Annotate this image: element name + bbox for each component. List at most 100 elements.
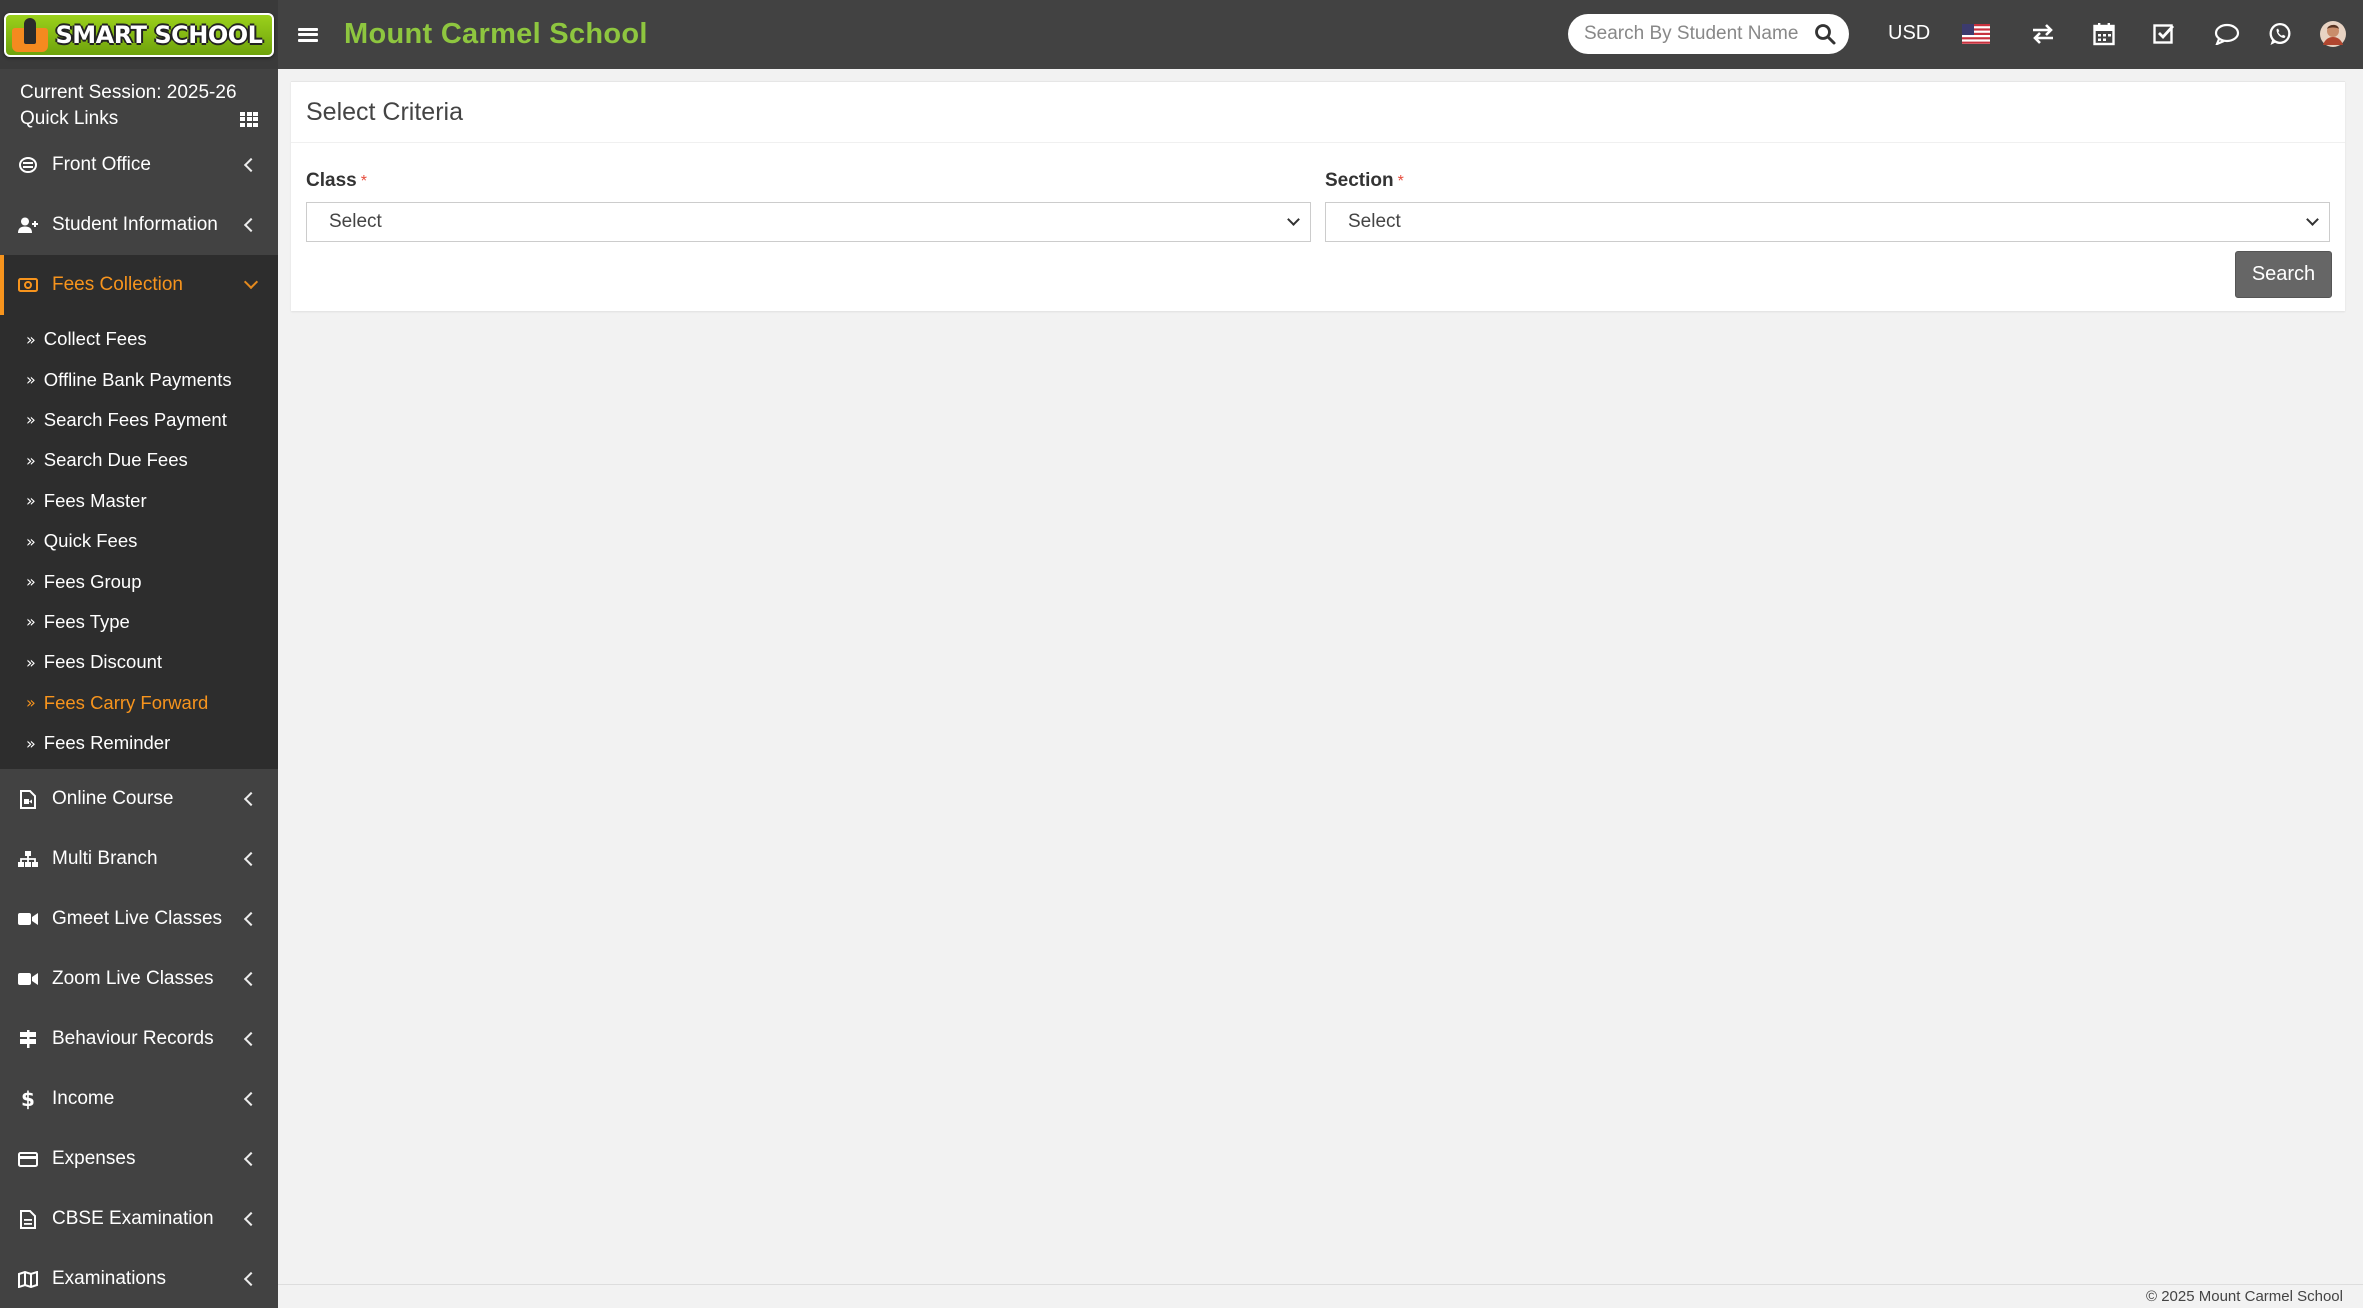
calendar-icon[interactable] xyxy=(2086,16,2122,52)
section-select[interactable]: Select xyxy=(1325,202,2330,242)
sidebar-item-income[interactable]: $ Income xyxy=(0,1069,278,1129)
sidebar-item-multi-branch[interactable]: Multi Branch xyxy=(0,829,278,889)
submenu-item-label: Fees Type xyxy=(43,610,130,632)
double-chevron-icon: » xyxy=(26,733,36,753)
sidebar-item-label: Zoom Live Classes xyxy=(52,968,214,990)
submenu-item-label: Search Fees Payment xyxy=(43,408,227,430)
sidebar-item-label: Expenses xyxy=(52,1148,136,1170)
submenu-item-label: Fees Master xyxy=(43,489,147,511)
sidebar-item-label: Front Office xyxy=(52,154,151,175)
double-chevron-icon: » xyxy=(26,450,36,470)
submenu-item-label: Fees Discount xyxy=(43,651,163,673)
submenu-item-label: Fees Group xyxy=(43,570,142,592)
sitemap-icon xyxy=(18,849,38,869)
chevron-left-icon xyxy=(243,1152,259,1167)
video-icon xyxy=(18,969,38,989)
select-criteria-box: Select Criteria Class * Select Section * S… xyxy=(291,81,2345,311)
criteria-form: Class * Select Section * Select xyxy=(306,170,2330,242)
student-search xyxy=(1568,14,1849,54)
copyright-text: © 2025 Mount Carmel School xyxy=(2146,1288,2343,1305)
whatsapp-icon[interactable] xyxy=(2262,16,2298,52)
sidebar-item-label: Student Information xyxy=(52,214,218,235)
section-select-value: Select xyxy=(1348,211,1401,232)
smart-school-logo[interactable]: SMART SCHOOL xyxy=(3,12,275,57)
grid-icon[interactable] xyxy=(240,111,258,127)
submenu-item-quick-fees[interactable]: » Quick Fees xyxy=(0,521,278,561)
double-chevron-icon: » xyxy=(26,370,36,390)
flag-us-icon[interactable] xyxy=(1958,16,1994,52)
required-mark: * xyxy=(360,173,367,190)
submenu-item-collect-fees[interactable]: » Collect Fees xyxy=(0,319,278,359)
signpost-icon xyxy=(18,1029,38,1049)
submenu-item-fees-type[interactable]: » Fees Type xyxy=(0,602,278,642)
menu-toggle-icon[interactable] xyxy=(298,26,318,44)
submenu-item-fees-reminder[interactable]: » Fees Reminder xyxy=(0,723,278,763)
student-search-input[interactable] xyxy=(1584,23,1813,45)
logo-area: SMART SCHOOL xyxy=(0,0,278,69)
sidebar: Current Session: 2025-26 Quick Links Fro… xyxy=(0,69,278,1308)
submenu-item-offline-bank-payments[interactable]: » Offline Bank Payments xyxy=(0,359,278,399)
quick-links-label: Quick Links xyxy=(20,108,119,129)
submenu-item-search-fees-payment[interactable]: » Search Fees Payment xyxy=(0,400,278,440)
sidebar-item-label: Income xyxy=(52,1088,115,1110)
chat-icon[interactable] xyxy=(2209,16,2245,52)
double-chevron-icon: » xyxy=(26,572,36,592)
double-chevron-icon: » xyxy=(26,410,36,430)
sidebar-item-label: CBSE Examination xyxy=(52,1208,214,1230)
section-field-group: Section * Select xyxy=(1325,170,2330,242)
sidebar-item-student-information[interactable]: Student Information xyxy=(0,195,278,255)
chevron-left-icon xyxy=(243,972,259,987)
school-name: Mount Carmel School xyxy=(344,18,648,50)
page-title: Select Criteria xyxy=(306,97,463,126)
video-icon xyxy=(18,909,38,929)
sidebar-item-gmeet-live-classes[interactable]: Gmeet Live Classes xyxy=(0,889,278,949)
sidebar-item-expenses[interactable]: Expenses xyxy=(0,1129,278,1189)
sidebar-item-behaviour-records[interactable]: Behaviour Records xyxy=(0,1009,278,1069)
sidebar-item-label: Fees Collection xyxy=(52,274,183,295)
submenu-item-fees-carry-forward[interactable]: » Fees Carry Forward xyxy=(0,683,278,723)
dollar-icon: $ xyxy=(21,1087,35,1112)
submenu-item-fees-group[interactable]: » Fees Group xyxy=(0,561,278,601)
sidebar-item-front-office[interactable]: Front Office xyxy=(0,135,278,195)
required-mark: * xyxy=(1397,173,1404,190)
chevron-left-icon xyxy=(243,912,259,927)
double-chevron-icon: » xyxy=(26,531,36,551)
task-check-icon[interactable] xyxy=(2147,16,2183,52)
sidebar-item-zoom-live-classes[interactable]: Zoom Live Classes xyxy=(0,949,278,1009)
map-icon xyxy=(18,1269,38,1289)
sidebar-item-examinations[interactable]: Examinations xyxy=(0,1249,278,1308)
chevron-left-icon xyxy=(243,1032,259,1047)
section-label: Section * xyxy=(1325,170,2330,192)
user-avatar[interactable] xyxy=(2315,16,2351,52)
front-office-icon xyxy=(18,155,38,175)
credit-card-icon xyxy=(18,1149,38,1169)
sidebar-item-cbse-examination[interactable]: CBSE Examination xyxy=(0,1189,278,1249)
file-video-icon xyxy=(18,789,38,809)
fees-collection-submenu: » Collect Fees » Offline Bank Payments » Se… xyxy=(0,315,278,770)
currency-selector[interactable]: USD xyxy=(1888,22,1930,45)
search-button[interactable]: Search xyxy=(2235,251,2332,298)
submenu-item-label: Search Due Fees xyxy=(43,449,188,471)
money-icon xyxy=(18,275,38,295)
sidebar-item-online-course[interactable]: Online Course xyxy=(0,769,278,829)
sidebar-item-label: Gmeet Live Classes xyxy=(52,908,223,930)
submenu-item-fees-discount[interactable]: » Fees Discount xyxy=(0,642,278,682)
chevron-left-icon xyxy=(243,1212,259,1227)
quick-links[interactable]: Quick Links xyxy=(0,103,278,135)
sidebar-item-label: Behaviour Records xyxy=(52,1028,214,1050)
current-session: Current Session: 2025-26 xyxy=(20,82,237,103)
sidebar-item-label: Online Course xyxy=(52,788,174,810)
section-label-text: Section xyxy=(1325,170,1394,191)
top-navbar: SMART SCHOOL Mount Carmel School xyxy=(0,0,2363,69)
user-plus-icon xyxy=(18,215,38,235)
submenu-item-search-due-fees[interactable]: » Search Due Fees xyxy=(0,440,278,480)
class-field-group: Class * Select xyxy=(306,170,1311,242)
search-icon[interactable] xyxy=(1813,22,1837,46)
class-select[interactable]: Select xyxy=(306,202,1311,242)
submenu-item-fees-master[interactable]: » Fees Master xyxy=(0,481,278,521)
sidebar-item-fees-collection[interactable]: Fees Collection xyxy=(0,255,278,315)
logo-mark-icon xyxy=(10,16,50,54)
submenu-item-label: Quick Fees xyxy=(43,530,138,552)
submenu-item-label: Fees Reminder xyxy=(43,732,171,754)
swap-icon[interactable] xyxy=(2025,16,2061,52)
